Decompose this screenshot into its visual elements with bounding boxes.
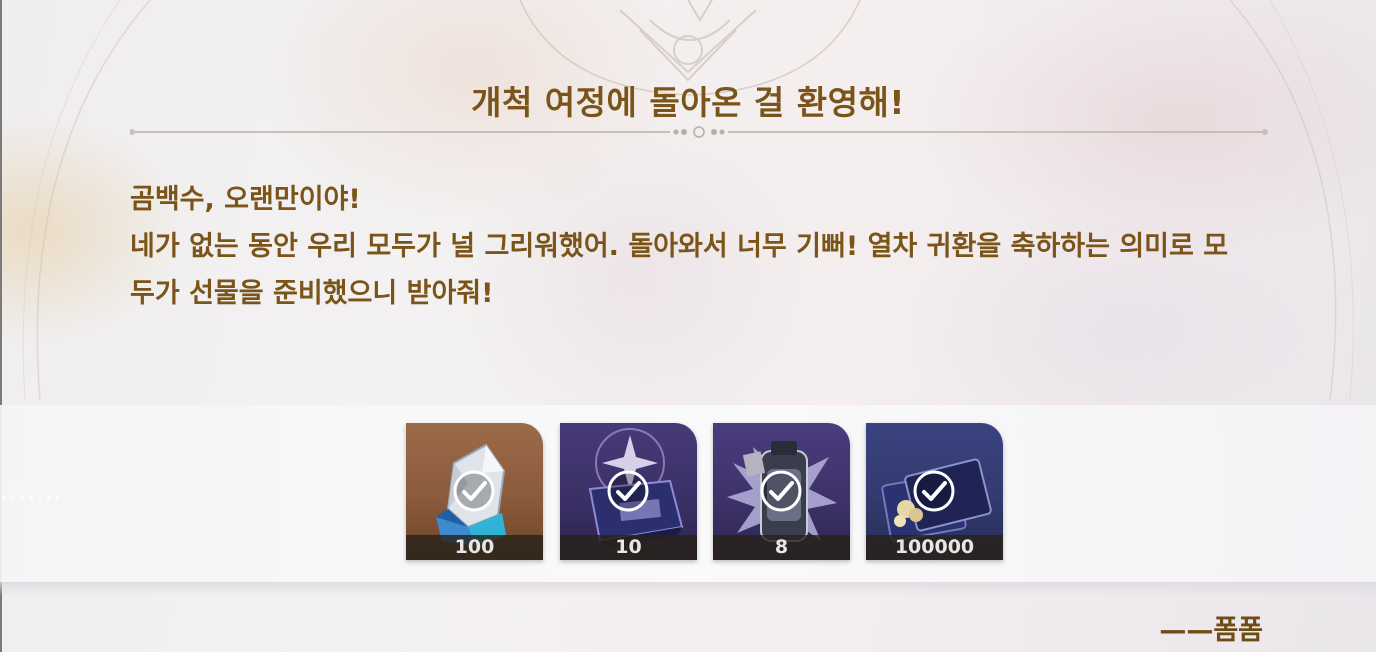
reward-quantity: 10 — [560, 535, 697, 560]
message-line: 두가 선물을 준비했으니 받아줘! — [130, 278, 494, 309]
reward-item-stellar-jade[interactable]: 100 — [406, 423, 543, 560]
checkmark-icon — [760, 470, 802, 512]
dialog-message: 곰백수, 오랜만이야! 네가 없는 동안 우리 모두가 널 그리워했어. 돌아와… — [130, 176, 1270, 317]
reward-item-exp-book[interactable]: 10 — [560, 423, 697, 560]
checkmark-icon — [453, 470, 495, 512]
title-divider — [130, 126, 1268, 138]
message-line: 곰백수, 오랜만이야! — [130, 184, 361, 215]
reward-band-shadow — [0, 582, 1376, 596]
reward-item-fuel[interactable]: 8 — [713, 423, 850, 560]
dot-pattern — [2, 486, 59, 500]
signature: ——폼폼 — [1159, 615, 1263, 646]
dialog-title: 개척 여정에 돌아온 걸 환영해! — [471, 83, 905, 122]
checkmark-icon — [913, 470, 955, 512]
reward-quantity: 8 — [713, 535, 850, 560]
reward-item-credits[interactable]: 100000 — [866, 423, 1003, 560]
reward-quantity: 100000 — [866, 535, 1003, 560]
checkmark-icon — [607, 470, 649, 512]
reward-quantity: 100 — [406, 535, 543, 560]
message-line: 네가 없는 동안 우리 모두가 널 그리워했어. 돌아와서 너무 기뻐! 열차 … — [130, 231, 1229, 262]
